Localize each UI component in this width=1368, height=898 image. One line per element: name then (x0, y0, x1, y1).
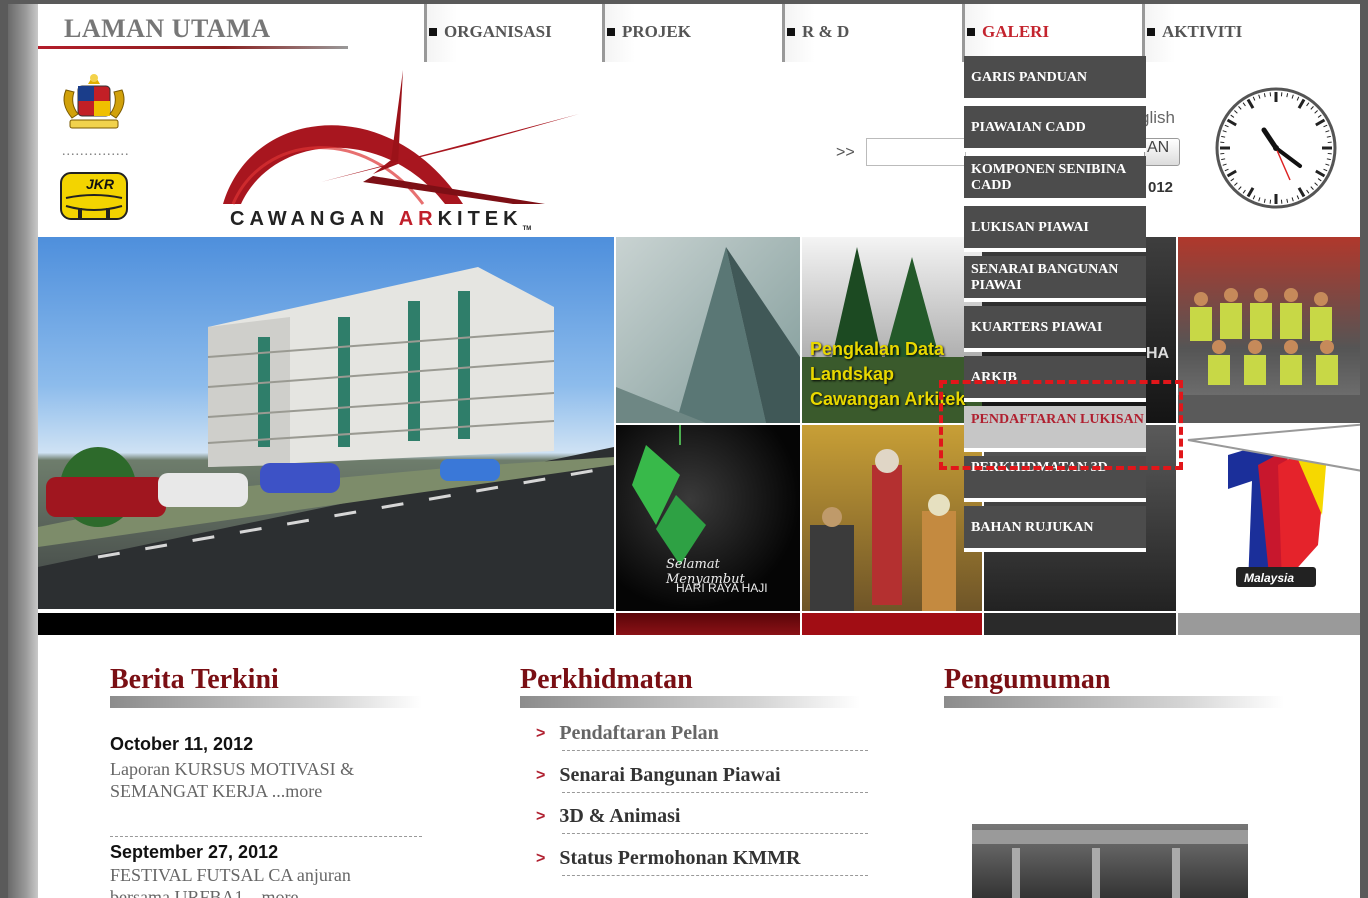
chevron-right-icon: > (536, 766, 546, 784)
news-text[interactable]: FESTIVAL FUTSAL CA anjuran bersama URFBA… (110, 864, 410, 898)
service-link[interactable]: > Status Permohonan KMMR (536, 847, 800, 870)
nav-label: GALERI (982, 22, 1050, 41)
services-section-title: Perkhidmatan (520, 664, 693, 695)
nav-label: AKTIVITI (1162, 22, 1243, 41)
service-label: Senarai Bangunan Piawai (559, 764, 781, 786)
header-date: 012 (1148, 179, 1174, 196)
banner-team-image[interactable] (1178, 237, 1360, 423)
service-link[interactable]: >3D & Animasi (536, 805, 680, 828)
left-scroll-edge (8, 4, 38, 898)
service-separator (562, 833, 868, 834)
jkr-logo-text: JKR (86, 176, 115, 192)
bullet-icon (1147, 28, 1155, 36)
raya-line: HARI RAYA HAJI (676, 581, 768, 595)
service-link[interactable]: > Pendaftaran Pelan (536, 722, 719, 745)
news-date: September 27, 2012 (110, 842, 279, 862)
menu-item-senarai-bangunan-piawai[interactable]: SENARAI BANGUNAN PIAWAI (964, 256, 1146, 302)
news-separator (110, 836, 422, 837)
home-link[interactable]: LAMAN UTAMA (64, 14, 271, 44)
news-section-bar (110, 696, 422, 708)
bullet-icon (607, 28, 615, 36)
news-date: October 11, 2012 (110, 734, 254, 754)
chevron-right-icon: > (536, 849, 546, 867)
announcement-image[interactable] (972, 824, 1248, 898)
separator-dots: ............... (62, 144, 130, 159)
nav-aktiviti[interactable]: AKTIVITI (1142, 4, 1360, 62)
menu-item-lukisan-piawai[interactable]: LUKISAN PIAWAI (964, 206, 1146, 252)
home-underline (38, 46, 348, 49)
banner-bar (802, 613, 982, 635)
service-label: 3D & Animasi (559, 805, 681, 827)
service-separator (562, 875, 868, 876)
news-section-title: Berita Terkini (110, 664, 279, 695)
nav-label: R & D (802, 22, 850, 41)
logo-text-suffix: KITEK (437, 208, 523, 230)
malaysia-label: Malaysia (1244, 571, 1295, 585)
service-separator (562, 792, 868, 793)
nav-label: PROJEK (622, 22, 691, 41)
logo-text-prefix: CAWANGAN (230, 208, 399, 230)
service-separator (562, 750, 868, 751)
menu-item-kuarters-piawai[interactable]: KUARTERS PIAWAI (964, 306, 1146, 352)
news-text[interactable]: Laporan KURSUS MOTIVASI & SEMANGAT KERJA… (110, 758, 410, 802)
services-section-bar (520, 696, 860, 708)
chevron-right-icon: > (536, 807, 546, 825)
bullet-icon (787, 28, 795, 36)
chevron-right-icon: > (536, 724, 546, 742)
highlight-box (939, 380, 1183, 470)
coat-of-arms-icon (63, 74, 125, 129)
banner-raya-image[interactable]: Selamat Menyambut HARI RAYA HAJI (616, 425, 800, 611)
menu-item-komponen-senibina-cadd[interactable]: KOMPONEN SENIBINA CADD (964, 156, 1146, 202)
bullet-icon (429, 28, 437, 36)
banner-building-image[interactable] (38, 237, 614, 609)
banner-bar (616, 613, 800, 635)
nav-rd[interactable]: R & D (782, 4, 958, 62)
search-input[interactable] (866, 138, 966, 166)
trademark-mark: TM (522, 226, 532, 232)
nav-galeri[interactable]: GALERI (962, 4, 1138, 62)
menu-item-bahan-rujukan[interactable]: BAHAN RUJUKAN (964, 506, 1146, 552)
ha-partial-text: HA (1146, 345, 1170, 362)
search-arrows: >> (836, 144, 855, 161)
page: LAMAN UTAMA ORGANISASI PROJEK R & D GALE… (8, 4, 1360, 898)
banner-glass-image[interactable] (616, 237, 800, 423)
nav-organisasi[interactable]: ORGANISASI (424, 4, 600, 62)
banner-bar (1178, 613, 1360, 635)
service-label: Status Permohonan KMMR (559, 847, 801, 869)
service-link[interactable]: > Senarai Bangunan Piawai (536, 764, 781, 787)
announcements-section-bar (944, 696, 1284, 708)
banner-bar (38, 613, 614, 635)
menu-item-garis-panduan[interactable]: GARIS PANDUAN (964, 56, 1146, 102)
announcements-section-title: Pengumuman (944, 664, 1111, 695)
menu-item-piawaian-cadd[interactable]: PIAWAIAN CADD (964, 106, 1146, 152)
banner-bar (984, 613, 1176, 635)
bullet-icon (967, 28, 975, 36)
search-button[interactable]: AN (1144, 138, 1180, 166)
service-label: Pendaftaran Pelan (559, 722, 719, 744)
nav-projek[interactable]: PROJEK (602, 4, 778, 62)
arkitek-logo-text: CAWANGAN ARKITEKTM (230, 208, 531, 232)
caption-line: Pengkalan Data (810, 339, 945, 359)
clock-icon (1215, 87, 1337, 209)
callout-pointer (1187, 423, 1360, 472)
nav-label: ORGANISASI (444, 22, 552, 41)
logo-text-accent: AR (398, 208, 438, 230)
